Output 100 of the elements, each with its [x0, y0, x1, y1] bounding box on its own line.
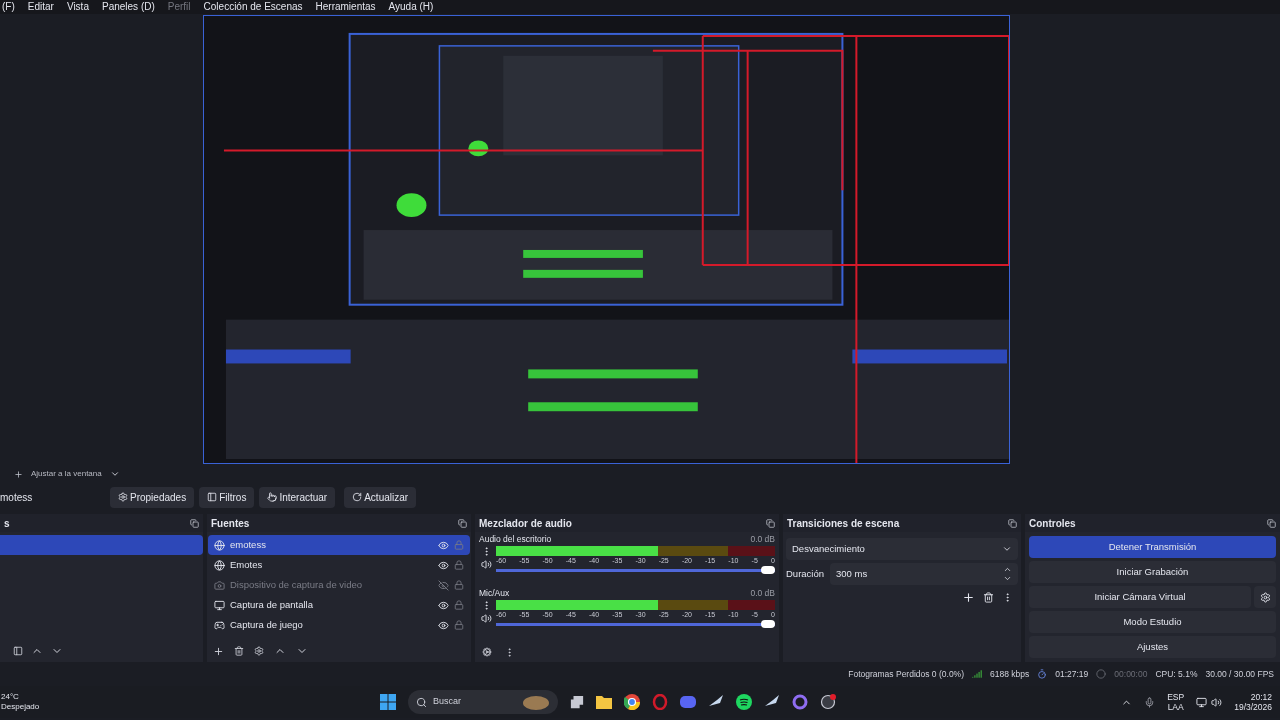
- hand-pointer-icon: [267, 492, 278, 502]
- circle-app-icon[interactable]: [792, 694, 808, 710]
- control-button[interactable]: Iniciar Grabación: [1029, 561, 1276, 583]
- volume-slider-thumb[interactable]: [761, 566, 775, 574]
- undock-icon[interactable]: [458, 518, 467, 528]
- trash-icon[interactable]: [234, 646, 244, 656]
- duration-label: Duración: [786, 566, 825, 581]
- menu-item[interactable]: Editar: [27, 1, 54, 13]
- stream-time-label: 01:27:19: [1055, 667, 1089, 681]
- undock-icon[interactable]: [190, 518, 199, 528]
- decrement-icon[interactable]: [1003, 574, 1012, 583]
- gamepad-icon: [214, 619, 225, 631]
- lock-icon[interactable]: [454, 560, 464, 570]
- folder-icon[interactable]: [596, 695, 612, 709]
- timer-icon: [1037, 669, 1048, 679]
- duration-field[interactable]: 300 ms: [830, 563, 1018, 585]
- menu-item[interactable]: Paneles (D): [101, 1, 155, 13]
- control-button[interactable]: Ajustes: [1029, 636, 1276, 658]
- weather-label: Despejado: [1, 702, 41, 712]
- channel-name: Audio del escritorio: [479, 533, 552, 546]
- zoom-mode-label: Ajustar a la ventana: [31, 468, 102, 480]
- search-icon: [416, 696, 427, 708]
- menu-item[interactable]: Ayuda (H): [388, 1, 434, 13]
- control-button[interactable]: Iniciar Cámara Virtual: [1029, 586, 1251, 608]
- recording-app-icon[interactable]: [820, 694, 836, 710]
- undock-icon[interactable]: [1008, 518, 1017, 528]
- dropped-frames-label: Fotogramas Perdidos 0 (0.0%): [848, 667, 964, 681]
- refresh-icon: [352, 492, 363, 502]
- dock-title: Mezclador de audio: [479, 516, 572, 531]
- clock-date[interactable]: 19/3/2026: [1234, 702, 1272, 712]
- menu-item[interactable]: Herramientas: [315, 1, 376, 13]
- toolbar-button[interactable]: Interactuar: [259, 486, 336, 508]
- visibility-icon[interactable]: [438, 619, 449, 631]
- current-source-label: motess: [0, 490, 34, 505]
- trash-icon[interactable]: [983, 591, 994, 603]
- toolbar-button[interactable]: Filtros: [199, 486, 255, 508]
- source-list-item[interactable]: emotess: [208, 535, 470, 555]
- dock-title: Fuentes: [211, 516, 250, 531]
- lock-icon[interactable]: [454, 620, 464, 630]
- bitrate-label: 6188 kbps: [990, 667, 1030, 681]
- globe-icon: [214, 539, 225, 551]
- speaker-icon[interactable]: [1211, 696, 1223, 708]
- channel-name: Mic/Aux: [479, 587, 510, 600]
- lock-icon[interactable]: [454, 600, 464, 610]
- channel-reading: 0.0 dB: [750, 587, 775, 600]
- signal-icon: [972, 669, 982, 679]
- menu-item[interactable]: Colección de Escenas: [203, 1, 303, 13]
- add-icon[interactable]: [962, 590, 975, 604]
- advanced-settings-icon[interactable]: [482, 647, 492, 657]
- transition-dropdown[interactable]: Desvanecimiento: [786, 538, 1018, 560]
- source-list-item[interactable]: Emotes: [208, 555, 470, 575]
- search-highlight-icon: [522, 694, 550, 710]
- record-time-label: 00:00:00: [1114, 667, 1148, 681]
- language-label[interactable]: ESP: [1167, 692, 1185, 702]
- keyboard-layout-label[interactable]: LAA: [1167, 702, 1184, 712]
- undock-icon[interactable]: [766, 518, 775, 528]
- dock-title: s: [4, 516, 10, 531]
- camera-icon: [214, 579, 225, 591]
- gear-icon: [118, 492, 128, 502]
- source-list-item[interactable]: Captura de pantalla: [208, 595, 470, 615]
- menu-item[interactable]: (F): [2, 1, 15, 13]
- toolbar-button[interactable]: Propiedades: [110, 486, 195, 508]
- source-list-item[interactable]: Captura de juego: [208, 615, 470, 635]
- ring-icon[interactable]: [652, 694, 668, 710]
- visibility-icon[interactable]: [438, 539, 449, 551]
- undock-icon[interactable]: [1267, 518, 1276, 528]
- settings-icon[interactable]: [254, 646, 264, 656]
- globe-icon: [214, 559, 225, 571]
- monitor-icon: [214, 599, 225, 611]
- chat-app-icon[interactable]: [680, 694, 696, 710]
- dock-title: Transiciones de escena: [787, 516, 900, 531]
- filter-icon[interactable]: [13, 646, 23, 656]
- control-button[interactable]: Detener Transmisión: [1029, 536, 1276, 558]
- dropdown-caret-icon: [1002, 544, 1012, 554]
- add-icon[interactable]: [14, 469, 23, 479]
- menu-item[interactable]: Vista: [66, 1, 89, 13]
- panel-icon: [207, 492, 218, 502]
- gear-icon: [1259, 591, 1271, 603]
- temperature-label: 24°C: [1, 692, 20, 702]
- dropdown-caret-icon[interactable]: [109, 469, 120, 479]
- speaker-icon[interactable]: [480, 613, 492, 624]
- clock-time[interactable]: 20:12: [1250, 692, 1272, 702]
- task-view-icon[interactable]: [570, 695, 584, 709]
- speaker-icon[interactable]: [480, 559, 492, 570]
- settings-button[interactable]: [1254, 586, 1276, 608]
- music-app-icon[interactable]: [736, 694, 752, 710]
- browser-icon[interactable]: [624, 694, 640, 710]
- increment-icon[interactable]: [1003, 565, 1012, 574]
- windows-logo-icon[interactable]: [380, 694, 396, 710]
- monitor-icon[interactable]: [1196, 696, 1208, 708]
- visibility-icon[interactable]: [438, 599, 449, 611]
- add-icon[interactable]: [213, 645, 224, 657]
- volume-slider-thumb[interactable]: [761, 620, 775, 628]
- microphone-icon[interactable]: [1144, 696, 1156, 708]
- control-button[interactable]: Modo Estudio: [1029, 611, 1276, 633]
- taskbar-search-field[interactable]: Buscar: [408, 690, 558, 714]
- channel-reading: 0.0 dB: [750, 533, 775, 546]
- fps-label: 30.00 / 30.00 FPS: [1205, 667, 1274, 681]
- toolbar-button[interactable]: Actualizar: [344, 486, 417, 508]
- visibility-icon[interactable]: [438, 559, 449, 571]
